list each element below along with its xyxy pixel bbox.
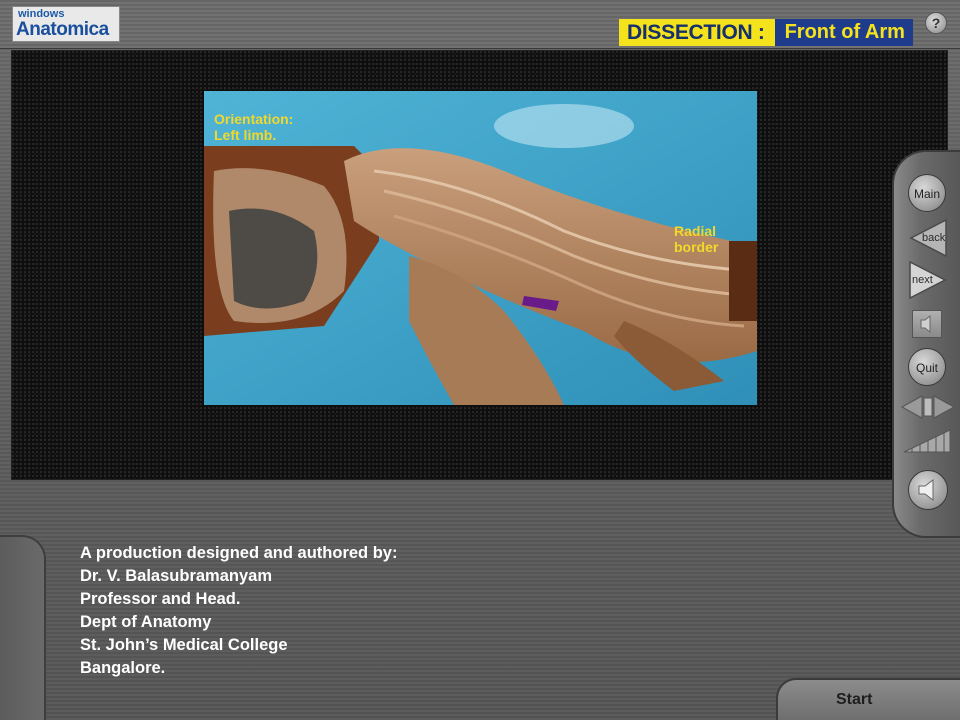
- section-label: DISSECTION :: [619, 19, 775, 46]
- volume-bars-icon: [903, 429, 951, 453]
- quit-button[interactable]: Quit: [908, 348, 946, 386]
- loudspeaker-icon: [918, 479, 934, 501]
- credits-line: Dept of Anatomy: [80, 613, 212, 631]
- navigation-controller: Main back next Quit: [892, 150, 960, 538]
- app-logo: windows Anatomica: [12, 6, 120, 42]
- annotation-radial-line2: border: [674, 239, 719, 255]
- logo-big-text: Anatomica: [16, 19, 109, 40]
- start-label: Start: [836, 691, 873, 708]
- credits-line: Dr. V. Balasubramanyam: [80, 567, 272, 585]
- section-title: Front of Arm: [774, 19, 913, 46]
- back-label: back: [922, 232, 946, 244]
- next-button[interactable]: next: [908, 260, 948, 300]
- dissection-photo: Orientation: Left limb. Radial border: [204, 91, 757, 405]
- frame-slider[interactable]: [900, 394, 956, 420]
- annotation-orientation-line2: Left limb.: [214, 127, 277, 143]
- credits-line: Bangalore.: [80, 659, 166, 677]
- annotation-radial-line1: Radial: [674, 223, 717, 239]
- section-banner: DISSECTION : Front of Arm: [619, 19, 913, 46]
- header-bar: windows Anatomica DISSECTION : Front of …: [0, 0, 960, 49]
- next-label: next: [912, 274, 933, 286]
- start-button[interactable]: Start: [776, 678, 960, 720]
- left-panel-curve: [0, 535, 46, 720]
- credits-block: A production designed and authored by: D…: [80, 542, 397, 680]
- annotation-orientation-line1: Orientation:: [214, 111, 294, 127]
- credits-line: Professor and Head.: [80, 590, 241, 608]
- back-button[interactable]: back: [908, 218, 948, 258]
- speaker-icon: [920, 314, 931, 334]
- credits-line: St. John’s Medical College: [80, 636, 288, 654]
- annotation-radial-border: Radial border: [674, 223, 744, 255]
- sound-button[interactable]: [908, 470, 948, 510]
- credits-line: A production designed and authored by:: [80, 544, 398, 562]
- volume-level[interactable]: [902, 428, 952, 454]
- main-button[interactable]: Main: [908, 174, 946, 212]
- audio-toggle-button[interactable]: [912, 310, 942, 338]
- help-button[interactable]: ?: [925, 12, 947, 34]
- slider-arrows-icon: [900, 395, 956, 419]
- annotation-orientation: Orientation: Left limb.: [214, 111, 334, 143]
